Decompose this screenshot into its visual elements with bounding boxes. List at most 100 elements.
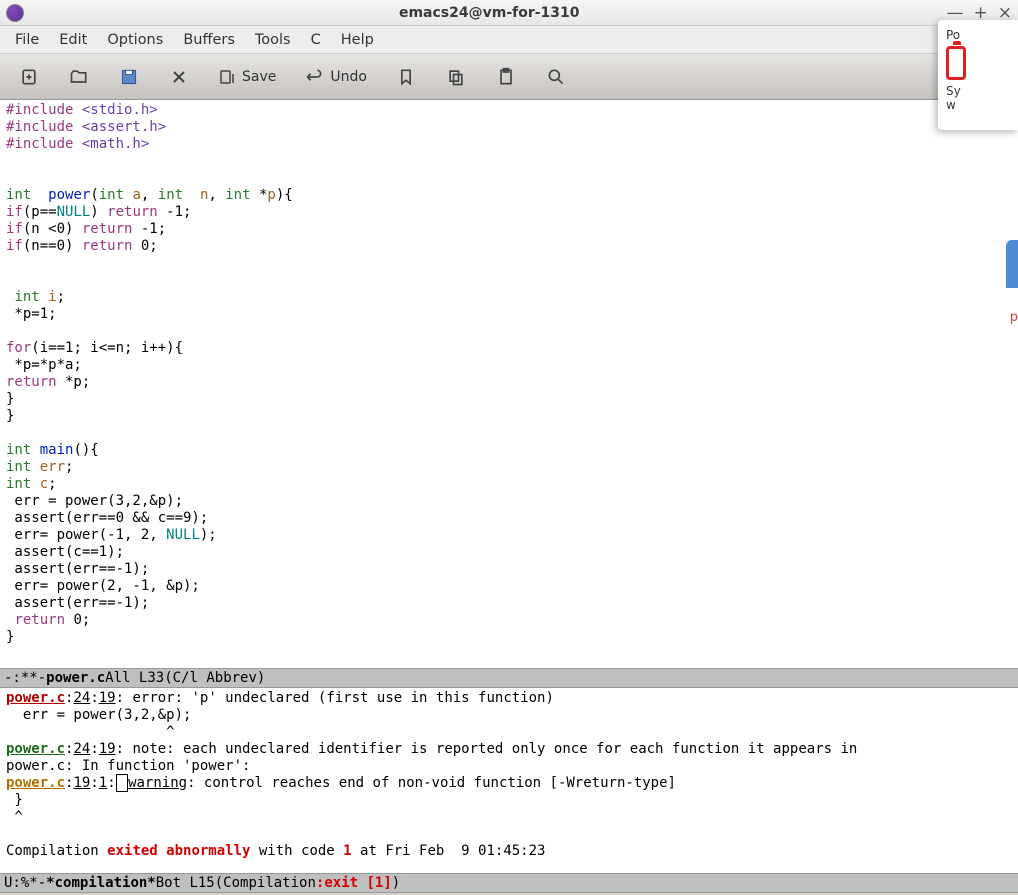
undo-label: Undo <box>330 69 367 85</box>
comp-text: 24 <box>73 741 90 757</box>
code: int <box>6 459 31 475</box>
modeline-flags: U:%*- <box>4 875 46 891</box>
comp-text: 19 <box>99 741 116 757</box>
code: *p; <box>57 374 91 390</box>
comp-text: } <box>6 792 23 808</box>
menu-tools[interactable]: Tools <box>246 28 300 52</box>
modeline-compilation: U:%*- *compilation* Bot L15 (Compilation… <box>0 873 1018 893</box>
code: if <box>6 204 23 220</box>
code <box>31 442 39 458</box>
menu-buffers[interactable]: Buffers <box>174 28 244 52</box>
comp-text: : <box>90 775 98 791</box>
comp-text: : <box>107 775 115 791</box>
code: 0; <box>65 612 90 628</box>
comp-text: 19 <box>99 690 116 706</box>
code: ){ <box>276 187 293 203</box>
modeline-editor: -:**- power.c All L33 (C/l Abbrev) <box>0 668 1018 688</box>
code: ); <box>200 527 217 543</box>
menu-options[interactable]: Options <box>98 28 172 52</box>
search-icon[interactable] <box>545 66 567 88</box>
comp-text: with code <box>250 843 343 859</box>
code: err = power(3,2,&p); <box>6 493 183 509</box>
code: assert(err==-1); <box>6 561 149 577</box>
code: return <box>107 204 158 220</box>
code: main <box>40 442 74 458</box>
code <box>31 459 39 475</box>
code: NULL <box>166 527 200 543</box>
code: assert(c==1); <box>6 544 124 560</box>
toolbar: Save Undo <box>0 54 1018 100</box>
code: (){ <box>73 442 98 458</box>
code: } <box>6 391 14 407</box>
comp-text: : control reaches end of non-void functi… <box>187 775 676 791</box>
code: for <box>6 340 31 356</box>
modeline-mode: : <box>316 875 324 891</box>
code: return <box>82 221 133 237</box>
code: int <box>6 187 31 203</box>
modeline-position: All L33 <box>105 670 164 686</box>
code: * <box>251 187 268 203</box>
code: (p== <box>23 204 57 220</box>
menu-edit[interactable]: Edit <box>50 28 96 52</box>
code <box>40 289 48 305</box>
notif-line: w <box>946 98 1010 112</box>
code: assert(err==0 && c==9); <box>6 510 208 526</box>
code: <math.h> <box>82 136 149 152</box>
copy-icon[interactable] <box>445 66 467 88</box>
menu-c[interactable]: C <box>302 28 330 52</box>
code: a <box>132 187 140 203</box>
save-button[interactable]: Save <box>218 68 276 86</box>
notification-popup[interactable]: Po Sy w <box>938 20 1018 130</box>
code: i <box>48 289 56 305</box>
code: #include <box>6 102 82 118</box>
code <box>31 476 39 492</box>
menu-help[interactable]: Help <box>332 28 383 52</box>
undo-button[interactable]: Undo <box>304 67 367 87</box>
code: return <box>6 374 57 390</box>
open-folder-icon[interactable] <box>68 66 90 88</box>
code: *p=1; <box>6 306 57 322</box>
editor-buffer[interactable]: #include <stdio.h> #include <assert.h> #… <box>0 100 1018 668</box>
modeline-position: Bot L15 <box>156 875 215 891</box>
code: ; <box>65 459 73 475</box>
comp-text: : note: each undeclared identifier is re… <box>116 741 858 757</box>
code: p <box>267 187 275 203</box>
modeline-mode: exit [1] <box>324 875 391 891</box>
code: (n==0) <box>23 238 82 254</box>
comp-text[interactable]: power.c <box>6 741 65 757</box>
new-file-icon[interactable] <box>18 66 40 88</box>
modeline-buffer-name: power.c <box>46 670 105 686</box>
comp-text: : <box>90 741 98 757</box>
code <box>183 187 200 203</box>
comp-text: warning <box>128 775 187 791</box>
code: -1; <box>132 221 166 237</box>
code: err <box>40 459 65 475</box>
comp-text: ^ <box>6 809 23 825</box>
compilation-buffer[interactable]: power.c:24:19: error: 'p' undeclared (fi… <box>0 688 1018 873</box>
menu-file[interactable]: File <box>6 28 48 52</box>
side-window-peek <box>1006 240 1018 360</box>
comp-text[interactable]: power.c <box>6 775 65 791</box>
modeline-mode: ) <box>392 875 400 891</box>
code: -1; <box>158 204 192 220</box>
titlebar: emacs24@vm-for-1310 — + × <box>0 0 1018 26</box>
comp-text: exited abnormally <box>107 843 250 859</box>
comp-text: Compilation <box>6 843 107 859</box>
bookmark-icon[interactable] <box>395 66 417 88</box>
code: return <box>82 238 133 254</box>
notif-line: Sy <box>946 84 1010 98</box>
code: if <box>6 238 23 254</box>
notif-line: Po <box>946 28 1010 42</box>
comp-text: power.c: In function 'power': <box>6 758 250 774</box>
close-icon[interactable] <box>168 66 190 88</box>
disk-icon[interactable] <box>118 66 140 88</box>
comp-text: 19 <box>73 775 90 791</box>
comp-text: : error: 'p' undeclared (first use in th… <box>116 690 554 706</box>
window-title: emacs24@vm-for-1310 <box>32 5 947 21</box>
code: power <box>48 187 90 203</box>
comp-text[interactable]: power.c <box>6 690 65 706</box>
code: err= power(2, -1, &p); <box>6 578 200 594</box>
paste-icon[interactable] <box>495 66 517 88</box>
emacs-app-icon <box>6 4 24 22</box>
code: int <box>14 289 39 305</box>
